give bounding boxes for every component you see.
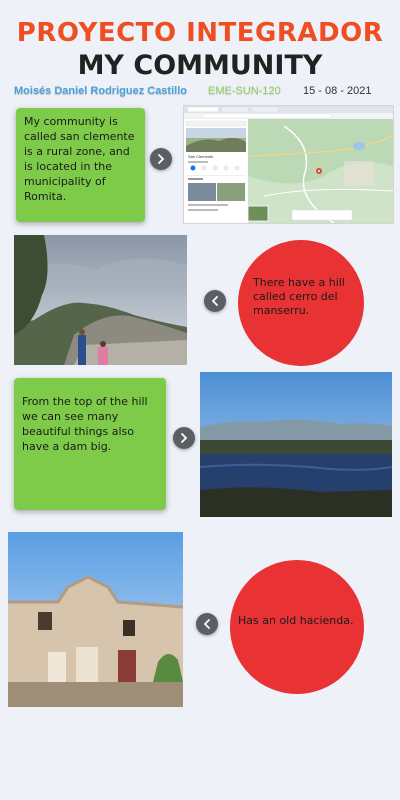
prev-arrow-button-2[interactable] [196, 613, 218, 635]
prev-arrow-button[interactable] [204, 290, 226, 312]
dam-image [200, 372, 392, 517]
chevron-left-icon [203, 619, 210, 629]
card-community: My community is called san clemente is a… [16, 108, 145, 222]
card-hill: There have a hill called cerro del manse… [238, 240, 364, 366]
hill-image [14, 235, 187, 365]
next-arrow-button-2[interactable] [173, 427, 195, 449]
chevron-right-icon [158, 154, 165, 164]
map-image: San Clemente [184, 106, 393, 223]
hill-photo [14, 235, 187, 365]
group-code: EME-SUN-120 [208, 85, 281, 97]
next-arrow-button[interactable] [150, 148, 172, 170]
hacienda-image [8, 532, 183, 707]
page-title: PROYECTO INTEGRADOR [16, 18, 384, 48]
chevron-right-icon [181, 433, 188, 443]
page-subtitle: MY COMMUNITY [77, 50, 323, 81]
author-name: Moisés Daniel Rodriguez Castillo [14, 85, 187, 97]
chevron-left-icon [211, 296, 218, 306]
dam-photo [200, 372, 392, 517]
map-place-name: San Clemente [188, 154, 214, 159]
card-view: From the top of the hill we can see many… [14, 378, 166, 510]
hacienda-photo [8, 532, 183, 707]
card-hacienda: Has an old hacienda. [230, 560, 364, 694]
date-label: 15 - 08 - 2021 [303, 85, 372, 97]
map-screenshot: San Clemente [183, 105, 394, 224]
